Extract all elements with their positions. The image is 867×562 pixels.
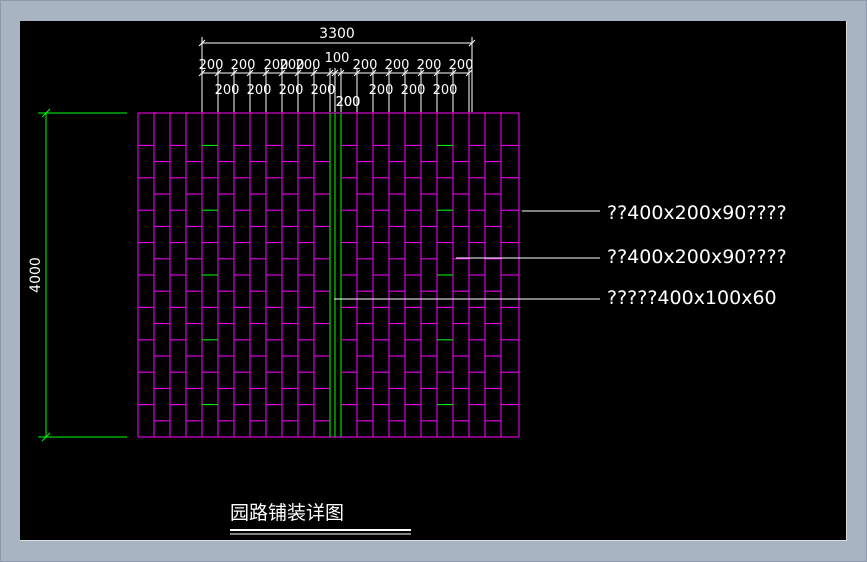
overall-height-dimension (38, 108, 127, 442)
lower-dimension-label: 200 (311, 83, 336, 98)
lower-dimension-label: 200 (433, 83, 458, 98)
overall-width-label: 3300 (319, 26, 355, 42)
title-underline (230, 529, 411, 535)
upper-dimension-label: 200 (353, 58, 378, 73)
leader-label-3: ?????400x100x60 (607, 287, 777, 309)
lower-dimension-label: 200 (279, 83, 304, 98)
leader-label-1: ??400x200x90???? (607, 202, 787, 224)
upper-dimension-label: 200 (385, 58, 410, 73)
drawing-title: 园路铺装详图 (230, 502, 344, 524)
center-band-dimension-label: 200 (336, 95, 361, 110)
upper-dimension-labels: 200 200 200200200 100 200 200 200 200 (199, 51, 474, 73)
leader-label-2: ??400x200x90???? (607, 246, 787, 268)
upper-dimension-label: 200 (199, 58, 224, 73)
upper-dimension-label: 200 (231, 58, 256, 73)
upper-dimension-label: 200 (417, 58, 442, 73)
lower-dimension-label: 200 (401, 83, 426, 98)
lower-dimension-label: 200 (369, 83, 394, 98)
upper-dimension-label: 100 (325, 51, 350, 66)
paver-grid (137, 112, 520, 438)
upper-dimension-label: 200 (296, 58, 321, 73)
lower-dimension-label: 200 (247, 83, 272, 98)
upper-dimension-label: 200 (449, 58, 474, 73)
overall-height-label: 4000 (28, 257, 44, 293)
leader-lines (334, 210, 600, 300)
paving-detail-drawing: 3300 200 200 200200200 100 200 200 200 200 200 2… (28, 26, 787, 535)
lower-dimension-label: 200 (215, 83, 240, 98)
